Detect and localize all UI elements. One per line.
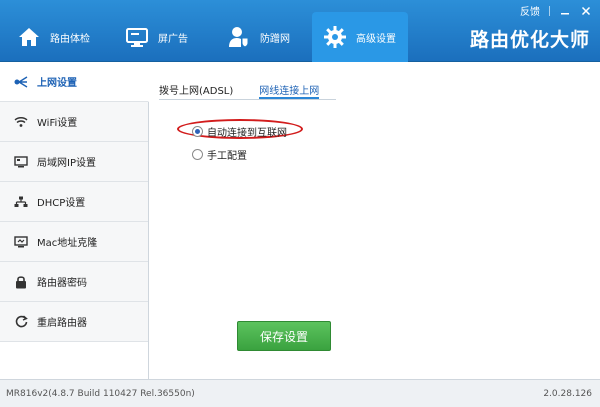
tab-label: 屏广告 <box>158 33 188 45</box>
tab-label: 路由体检 <box>50 33 90 45</box>
window-controls: 反馈 <box>520 3 592 18</box>
radio-selected-indicator[interactable] <box>192 126 203 137</box>
feedback-link[interactable]: 反馈 <box>520 3 540 18</box>
dhcp-icon <box>14 195 28 209</box>
sidebar-item-label: WiFi设置 <box>37 118 78 129</box>
brand-title: 路由优化大师 <box>469 29 590 51</box>
connection-type-tabs: 拨号上网(ADSL) 网线连接上网 <box>159 82 320 99</box>
sidebar-item-label: 上网设置 <box>37 78 77 89</box>
network-icon <box>14 75 28 89</box>
sidebar-item-wifi[interactable]: WiFi设置 <box>0 102 148 142</box>
mac-clone-icon <box>14 235 28 249</box>
wifi-icon <box>14 115 28 129</box>
save-button[interactable]: 保存设置 <box>237 321 331 351</box>
tab-cable-connection[interactable]: 网线连接上网 <box>259 82 320 99</box>
sidebar-item-router-password[interactable]: 路由器密码 <box>0 262 148 302</box>
radio-label: 自动连接到互联网 <box>207 128 287 139</box>
sidebar-item-restart-router[interactable]: 重启路由器 <box>0 302 148 342</box>
radio-manual-config[interactable]: 手工配置 <box>192 147 247 162</box>
radio-auto-connect[interactable]: 自动连接到互联网 <box>192 124 287 139</box>
user-shield-icon <box>226 24 252 50</box>
sidebar-item-mac-clone[interactable]: Mac地址克隆 <box>0 222 148 262</box>
tab-router-checkup[interactable]: 路由体检 <box>16 12 108 62</box>
tab-label: 高级设置 <box>356 33 396 45</box>
status-bar: MR816v2(4.8.7 Build 110427 Rel.36550n) 2… <box>0 379 600 407</box>
app-version: 2.0.28.126 <box>543 388 592 399</box>
sidebar-item-dhcp[interactable]: DHCP设置 <box>0 182 148 222</box>
tab-advanced-settings[interactable]: 高级设置 <box>312 12 408 62</box>
separator <box>549 5 550 16</box>
sidebar-item-label: DHCP设置 <box>37 198 86 209</box>
sidebar-item-label: 局域网IP设置 <box>37 158 96 169</box>
sidebar-item-internet-settings[interactable]: 上网设置 <box>0 62 149 102</box>
close-icon[interactable] <box>580 5 592 17</box>
lan-icon <box>14 155 28 169</box>
radio-unselected-indicator[interactable] <box>192 149 203 160</box>
sidebar-item-lan-ip[interactable]: 局域网IP设置 <box>0 142 148 182</box>
tab-anti-freeloader[interactable]: 防蹭网 <box>226 12 308 62</box>
sidebar-item-label: Mac地址克隆 <box>37 238 98 249</box>
sidebar-item-label: 路由器密码 <box>37 278 87 289</box>
lock-icon <box>14 275 28 289</box>
sidebar: 上网设置 WiFi设置 局域网IP设置 DHCP设置 Mac地址克隆 路由器密码 <box>0 62 149 379</box>
radio-label: 手工配置 <box>207 151 247 162</box>
tab-label: 防蹭网 <box>260 33 290 45</box>
minimize-icon[interactable] <box>559 5 571 17</box>
gear-icon <box>322 24 348 50</box>
monitor-icon <box>124 24 150 50</box>
tab-divider <box>159 99 336 100</box>
tab-adsl-dialup[interactable]: 拨号上网(ADSL) <box>159 82 233 99</box>
tab-ad-block[interactable]: 屏广告 <box>124 12 206 62</box>
top-nav-bar: 反馈 路由体检 屏广告 防蹭网 高级设置 路由优化大师 <box>0 0 600 62</box>
device-info: MR816v2(4.8.7 Build 110427 Rel.36550n) <box>6 388 195 399</box>
main-panel: 拨号上网(ADSL) 网线连接上网 自动连接到互联网 手工配置 保存设置 <box>150 62 600 379</box>
restart-icon <box>14 315 28 329</box>
sidebar-item-label: 重启路由器 <box>37 318 87 329</box>
home-icon <box>16 24 42 50</box>
